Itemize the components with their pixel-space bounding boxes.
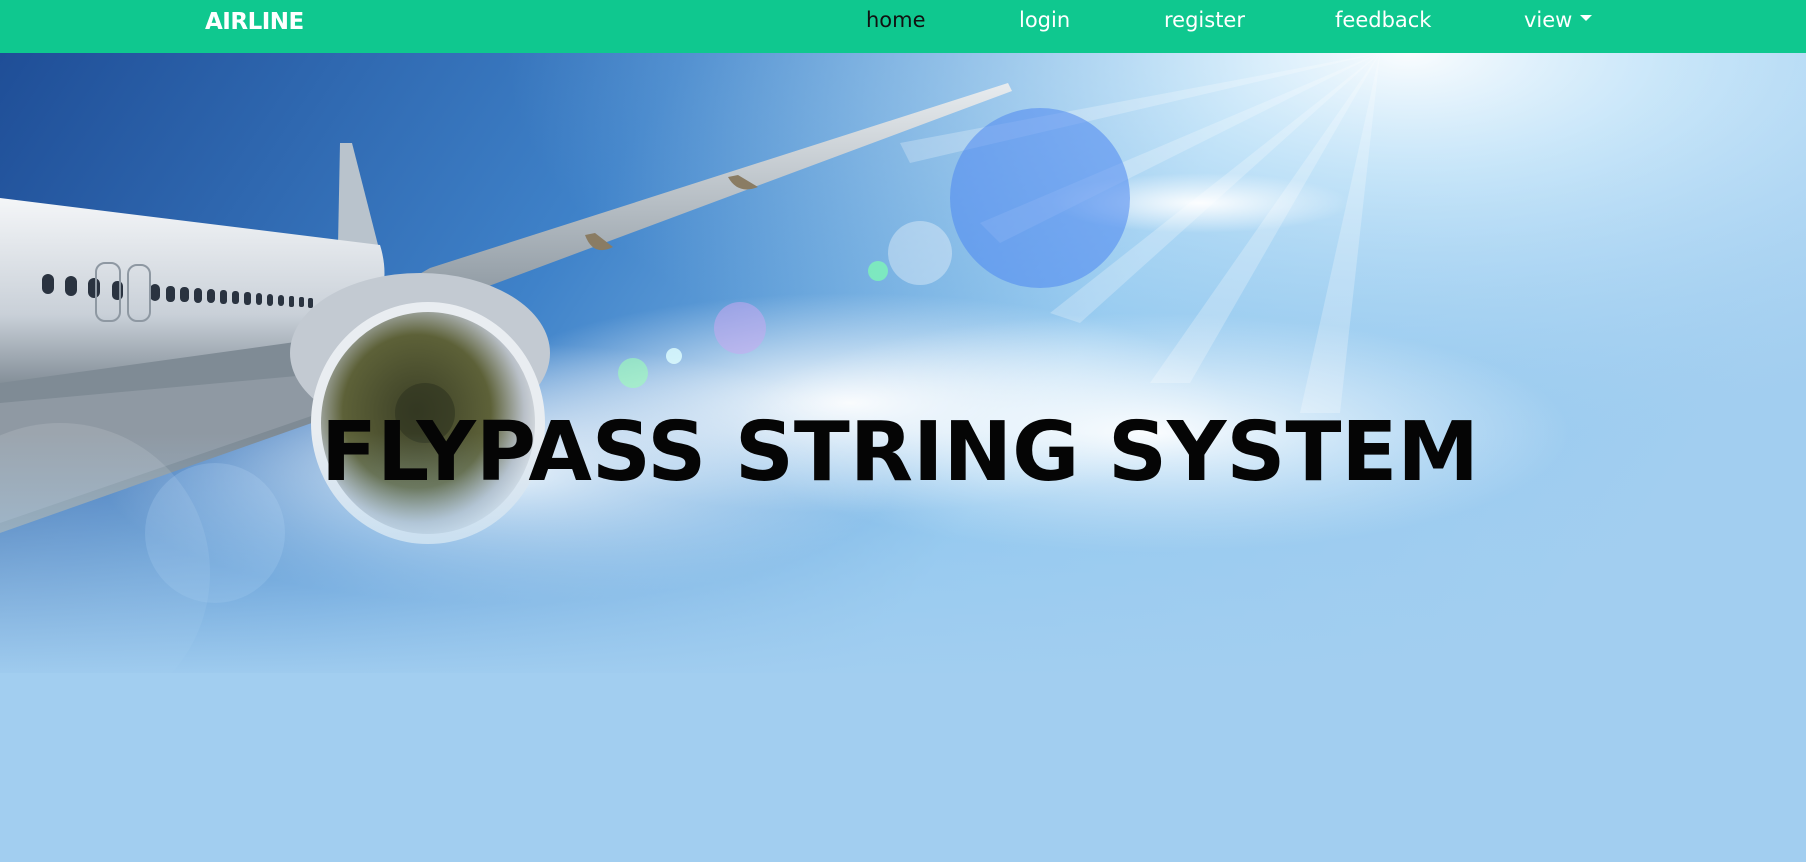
hero-title: FLYPASS STRING SYSTEM — [320, 405, 1480, 500]
hero-banner: FLYPASS STRING SYSTEM — [0, 53, 1806, 862]
nav-link-feedback[interactable]: feedback — [1335, 8, 1431, 32]
nav-link-register[interactable]: register — [1164, 8, 1245, 32]
nav-dropdown-view[interactable]: view — [1524, 8, 1593, 32]
brand-logo[interactable]: AIRLINE — [205, 9, 304, 35]
caret-down-icon — [1580, 15, 1593, 21]
nav-link-login[interactable]: login — [1019, 8, 1070, 32]
navbar: AIRLINE home login register feedback vie… — [0, 0, 1806, 53]
nav-link-home[interactable]: home — [866, 8, 926, 32]
nav-dropdown-view-label: view — [1524, 8, 1573, 32]
